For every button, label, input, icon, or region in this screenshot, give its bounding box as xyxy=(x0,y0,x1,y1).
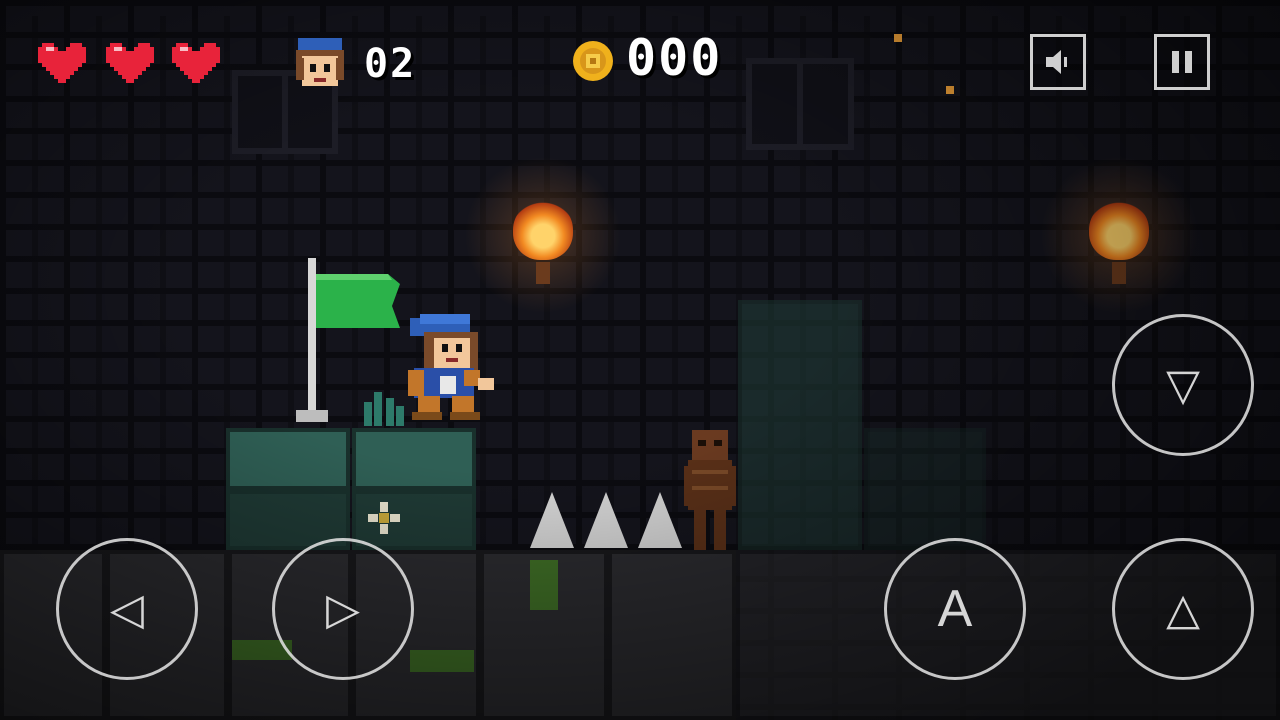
attack-button[interactable]: A xyxy=(884,538,1026,680)
spike-trap xyxy=(638,492,682,548)
checkpoint-flag-pole xyxy=(308,258,316,418)
game-scene: 02 000 ◁ ▷ A △ ▽ xyxy=(0,0,1280,720)
heart-icon xyxy=(106,42,154,84)
pause-icon xyxy=(1172,51,1192,73)
arrow-right-icon: ▷ xyxy=(326,583,360,635)
flower-icon xyxy=(366,500,402,536)
mummy-enemy xyxy=(684,430,736,556)
spike-trap xyxy=(530,492,574,548)
ground-moss xyxy=(410,650,474,672)
heart-icon xyxy=(172,42,220,84)
player-character xyxy=(402,312,498,426)
move-left-button[interactable]: ◁ xyxy=(56,538,198,680)
coin-counter: 000 xyxy=(626,29,723,87)
player-face-icon xyxy=(292,36,348,96)
heart-icon xyxy=(38,42,86,84)
arrow-down-icon: ▽ xyxy=(1166,359,1200,411)
coin-icon xyxy=(572,40,614,86)
speaker-icon xyxy=(1046,50,1067,74)
ground-moss xyxy=(530,560,558,610)
background-pillar xyxy=(738,300,862,550)
attack-label: A xyxy=(937,580,973,638)
lives-counter: 02 xyxy=(364,41,417,87)
platform-block xyxy=(226,428,350,490)
torch-handle xyxy=(536,262,550,284)
background-block xyxy=(864,428,986,550)
spike-trap xyxy=(584,492,628,548)
checkpoint-flag-base xyxy=(296,410,328,422)
grass-tuft-icon xyxy=(360,384,408,430)
arrow-up-icon: △ xyxy=(1166,583,1200,635)
torch-flame-icon xyxy=(1089,200,1149,260)
jump-button[interactable]: △ xyxy=(1112,538,1254,680)
sound-button[interactable] xyxy=(1030,34,1086,90)
move-right-button[interactable]: ▷ xyxy=(272,538,414,680)
checkpoint-flag-icon xyxy=(316,270,400,336)
arrow-left-icon: ◁ xyxy=(110,583,144,635)
platform-block xyxy=(352,428,476,490)
torch-handle xyxy=(1112,262,1126,284)
ember xyxy=(946,86,954,94)
ground-block xyxy=(608,550,736,720)
crouch-button[interactable]: ▽ xyxy=(1112,314,1254,456)
pause-button[interactable] xyxy=(1154,34,1210,90)
dungeon-window xyxy=(746,58,854,150)
ember xyxy=(894,34,902,42)
torch-flame-icon xyxy=(513,200,573,260)
